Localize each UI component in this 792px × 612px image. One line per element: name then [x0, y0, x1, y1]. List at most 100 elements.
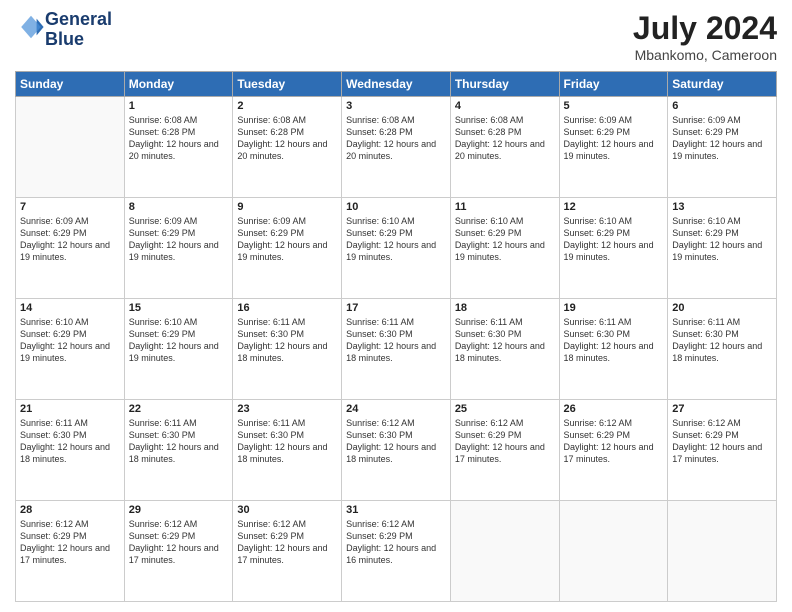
calendar-cell: 17Sunrise: 6:11 AM Sunset: 6:30 PM Dayli… — [342, 299, 451, 400]
logo-line1: General — [45, 10, 112, 30]
calendar-cell: 27 Sunrise: 6:12 AM Sunset: 6:29 PM Dayli… — [668, 400, 777, 501]
day-number: 17 — [346, 302, 446, 314]
calendar-header-row: SundayMondayTuesdayWednesdayThursdayFrid… — [16, 72, 777, 97]
calendar-cell: 19Sunrise: 6:11 AM Sunset: 6:30 PM Dayli… — [559, 299, 668, 400]
calendar-header-friday: Friday — [559, 72, 668, 97]
calendar-cell: 18 Sunrise: 6:11 AM Sunset: 6:30 PM Dayli… — [450, 299, 559, 400]
day-number: 3 — [346, 100, 446, 112]
day-info: Sunrise: 6:11 AM Sunset: 6:30 PM Dayligh… — [129, 417, 229, 466]
day-info: Sunrise: 6:08 AM Sunset: 6:28 PM Dayligh… — [237, 114, 337, 163]
page: General Blue July 2024 Mbankomo, Cameroo… — [0, 0, 792, 612]
day-info: Sunrise: 6:12 AM Sunset: 6:29 PM Dayligh… — [346, 518, 446, 567]
calendar-cell: 12 Sunrise: 6:10 AM Sunset: 6:29 PM Dayli… — [559, 198, 668, 299]
calendar-cell: 26 Sunrise: 6:12 AM Sunset: 6:29 PM Dayli… — [559, 400, 668, 501]
calendar-cell: 25 Sunrise: 6:12 AM Sunset: 6:29 PM Dayli… — [450, 400, 559, 501]
week-row-3: 14Sunrise: 6:10 AM Sunset: 6:29 PM Dayli… — [16, 299, 777, 400]
day-info: Sunrise: 6:11 AM Sunset: 6:30 PM Dayligh… — [237, 316, 337, 365]
day-number: 29 — [129, 504, 229, 516]
day-number: 15 — [129, 302, 229, 314]
calendar-cell: 28Sunrise: 6:12 AM Sunset: 6:29 PM Dayli… — [16, 501, 125, 602]
day-number: 24 — [346, 403, 446, 415]
calendar-cell: 9 Sunrise: 6:09 AM Sunset: 6:29 PM Daylig… — [233, 198, 342, 299]
day-number: 13 — [672, 201, 772, 213]
day-info: Sunrise: 6:08 AM Sunset: 6:28 PM Dayligh… — [346, 114, 446, 163]
calendar-cell: 31 Sunrise: 6:12 AM Sunset: 6:29 PM Dayli… — [342, 501, 451, 602]
calendar-cell — [450, 501, 559, 602]
calendar-cell: 4 Sunrise: 6:08 AM Sunset: 6:28 PM Daylig… — [450, 97, 559, 198]
day-number: 21 — [20, 403, 120, 415]
calendar-cell: 15 Sunrise: 6:10 AM Sunset: 6:29 PM Dayli… — [124, 299, 233, 400]
day-number: 9 — [237, 201, 337, 213]
calendar-cell: 13 Sunrise: 6:10 AM Sunset: 6:29 PM Dayli… — [668, 198, 777, 299]
calendar-header-thursday: Thursday — [450, 72, 559, 97]
day-info: Sunrise: 6:10 AM Sunset: 6:29 PM Dayligh… — [672, 215, 772, 264]
day-info: Sunrise: 6:09 AM Sunset: 6:29 PM Dayligh… — [564, 114, 664, 163]
day-number: 5 — [564, 100, 664, 112]
day-number: 31 — [346, 504, 446, 516]
calendar-cell: 6Sunrise: 6:09 AM Sunset: 6:29 PM Daylig… — [668, 97, 777, 198]
day-number: 26 — [564, 403, 664, 415]
day-info: Sunrise: 6:12 AM Sunset: 6:30 PM Dayligh… — [346, 417, 446, 466]
day-info: Sunrise: 6:09 AM Sunset: 6:29 PM Dayligh… — [20, 215, 120, 264]
day-number: 28 — [20, 504, 120, 516]
day-info: Sunrise: 6:09 AM Sunset: 6:29 PM Dayligh… — [237, 215, 337, 264]
day-number: 25 — [455, 403, 555, 415]
day-number: 23 — [237, 403, 337, 415]
day-info: Sunrise: 6:12 AM Sunset: 6:29 PM Dayligh… — [455, 417, 555, 466]
day-number: 6 — [672, 100, 772, 112]
header: General Blue July 2024 Mbankomo, Cameroo… — [15, 10, 777, 63]
week-row-1: 1 Sunrise: 6:08 AM Sunset: 6:28 PM Daylig… — [16, 97, 777, 198]
day-number: 11 — [455, 201, 555, 213]
calendar-cell: 16 Sunrise: 6:11 AM Sunset: 6:30 PM Dayli… — [233, 299, 342, 400]
calendar-cell: 3 Sunrise: 6:08 AM Sunset: 6:28 PM Daylig… — [342, 97, 451, 198]
calendar-cell: 14Sunrise: 6:10 AM Sunset: 6:29 PM Dayli… — [16, 299, 125, 400]
day-info: Sunrise: 6:10 AM Sunset: 6:29 PM Dayligh… — [20, 316, 120, 365]
calendar-cell: 1 Sunrise: 6:08 AM Sunset: 6:28 PM Daylig… — [124, 97, 233, 198]
calendar-header-monday: Monday — [124, 72, 233, 97]
day-number: 7 — [20, 201, 120, 213]
day-info: Sunrise: 6:12 AM Sunset: 6:29 PM Dayligh… — [564, 417, 664, 466]
week-row-4: 21 Sunrise: 6:11 AM Sunset: 6:30 PM Dayli… — [16, 400, 777, 501]
day-number: 18 — [455, 302, 555, 314]
calendar-cell — [559, 501, 668, 602]
logo-line2: Blue — [45, 30, 112, 50]
day-number: 8 — [129, 201, 229, 213]
calendar-header-tuesday: Tuesday — [233, 72, 342, 97]
calendar-cell: 10 Sunrise: 6:10 AM Sunset: 6:29 PM Dayli… — [342, 198, 451, 299]
day-info: Sunrise: 6:10 AM Sunset: 6:29 PM Dayligh… — [455, 215, 555, 264]
day-number: 19 — [564, 302, 664, 314]
calendar-cell: 29 Sunrise: 6:12 AM Sunset: 6:29 PM Dayli… — [124, 501, 233, 602]
day-info: Sunrise: 6:12 AM Sunset: 6:29 PM Dayligh… — [672, 417, 772, 466]
day-number: 12 — [564, 201, 664, 213]
day-number: 1 — [129, 100, 229, 112]
day-info: Sunrise: 6:08 AM Sunset: 6:28 PM Dayligh… — [129, 114, 229, 163]
day-number: 10 — [346, 201, 446, 213]
day-info: Sunrise: 6:08 AM Sunset: 6:28 PM Dayligh… — [455, 114, 555, 163]
calendar-header-wednesday: Wednesday — [342, 72, 451, 97]
day-number: 4 — [455, 100, 555, 112]
day-number: 27 — [672, 403, 772, 415]
week-row-2: 7 Sunrise: 6:09 AM Sunset: 6:29 PM Daylig… — [16, 198, 777, 299]
calendar-cell: 23Sunrise: 6:11 AM Sunset: 6:30 PM Dayli… — [233, 400, 342, 501]
day-number: 16 — [237, 302, 337, 314]
day-info: Sunrise: 6:12 AM Sunset: 6:29 PM Dayligh… — [129, 518, 229, 567]
logo-icon — [17, 13, 45, 41]
day-info: Sunrise: 6:11 AM Sunset: 6:30 PM Dayligh… — [20, 417, 120, 466]
logo-text: General Blue — [45, 10, 112, 50]
calendar-cell: 11 Sunrise: 6:10 AM Sunset: 6:29 PM Dayli… — [450, 198, 559, 299]
title-block: July 2024 Mbankomo, Cameroon — [633, 10, 777, 63]
calendar-cell: 21 Sunrise: 6:11 AM Sunset: 6:30 PM Dayli… — [16, 400, 125, 501]
calendar-cell — [668, 501, 777, 602]
day-info: Sunrise: 6:11 AM Sunset: 6:30 PM Dayligh… — [455, 316, 555, 365]
calendar-cell: 24 Sunrise: 6:12 AM Sunset: 6:30 PM Dayli… — [342, 400, 451, 501]
day-info: Sunrise: 6:10 AM Sunset: 6:29 PM Dayligh… — [346, 215, 446, 264]
day-info: Sunrise: 6:10 AM Sunset: 6:29 PM Dayligh… — [564, 215, 664, 264]
day-info: Sunrise: 6:10 AM Sunset: 6:29 PM Dayligh… — [129, 316, 229, 365]
calendar-cell: 30Sunrise: 6:12 AM Sunset: 6:29 PM Dayli… — [233, 501, 342, 602]
calendar-table: SundayMondayTuesdayWednesdayThursdayFrid… — [15, 71, 777, 602]
day-number: 30 — [237, 504, 337, 516]
calendar-cell: 7 Sunrise: 6:09 AM Sunset: 6:29 PM Daylig… — [16, 198, 125, 299]
main-title: July 2024 — [633, 10, 777, 47]
day-number: 2 — [237, 100, 337, 112]
calendar-header-sunday: Sunday — [16, 72, 125, 97]
